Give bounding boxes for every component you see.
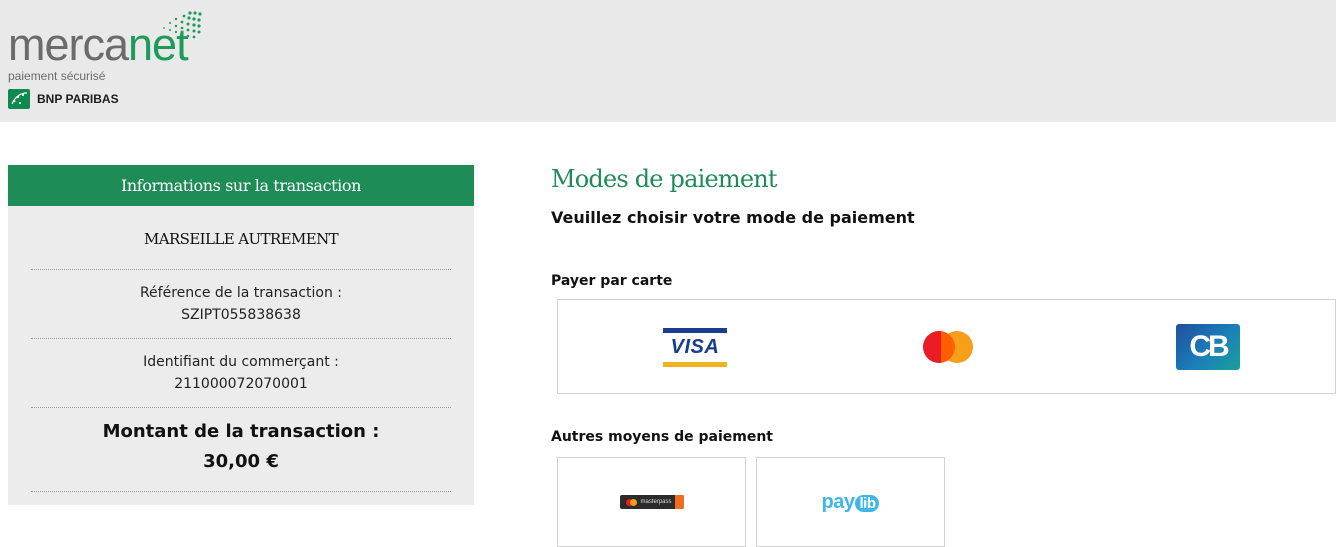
merchant-identifier: Identifiant du commerçant : 211000072070… xyxy=(8,339,474,407)
divider xyxy=(31,491,451,492)
tagline: paiement sécurisé xyxy=(8,69,106,83)
transaction-reference: Référence de la transaction : SZIPT05583… xyxy=(8,270,474,338)
masterpass-option[interactable]: masterpass xyxy=(557,457,746,547)
cb-icon: CB xyxy=(1176,323,1240,370)
wordmark-part-1: merca xyxy=(8,19,129,70)
page-title: Modes de paiement xyxy=(551,165,778,193)
transaction-info-panel: Informations sur la transaction MARSEILL… xyxy=(8,165,474,505)
paylib-label-pay: pay xyxy=(821,490,855,513)
other-section-label: Autres moyens de paiement xyxy=(551,429,773,445)
mastercard-option[interactable] xyxy=(883,300,1013,393)
paylib-label-lib: lib xyxy=(855,494,880,512)
mercanet-wordmark: mercanet xyxy=(8,19,189,70)
amount-value: 30,00 € xyxy=(203,451,279,472)
mercanet-logo: mercanet paiement sécurisé BNP PARIBAS xyxy=(8,8,208,118)
card-section-label: Payer par carte xyxy=(551,273,673,289)
bnp-paribas-label: BNP PARIBAS xyxy=(37,92,119,106)
merchant-name: MARSEILLE AUTREMENT xyxy=(143,230,339,248)
masterpass-icon: masterpass xyxy=(619,495,684,509)
paylib-option[interactable]: pay lib xyxy=(756,457,945,547)
page-subtitle: Veuillez choisir votre mode de paiement xyxy=(551,208,915,227)
bnp-stars-icon xyxy=(8,89,30,109)
amount-label: Montant de la transaction : xyxy=(102,421,380,442)
bnp-paribas-logo: BNP PARIBAS xyxy=(8,88,119,110)
visa-label: VISA xyxy=(670,335,720,358)
reference-label: Référence de la transaction : xyxy=(139,285,343,301)
visa-option[interactable]: VISA xyxy=(630,300,760,393)
visa-icon: VISA xyxy=(663,326,727,368)
transaction-amount: Montant de la transaction : 30,00 € xyxy=(8,408,474,491)
wordmark-part-2: net xyxy=(128,19,189,70)
paylib-icon: pay lib xyxy=(822,491,880,514)
transaction-info-header: Informations sur la transaction xyxy=(8,165,474,206)
merchant-id-label: Identifiant du commerçant : xyxy=(143,354,339,370)
merchant-id-value: 211000072070001 xyxy=(174,376,308,392)
reference-value: SZIPT055838638 xyxy=(181,307,301,323)
mastercard-icon xyxy=(923,330,973,363)
card-options: VISA CB xyxy=(557,299,1336,394)
cb-option[interactable]: CB xyxy=(1143,300,1273,393)
header-bar: mercanet paiement sécurisé BNP PARIBAS xyxy=(0,0,1336,122)
masterpass-label: masterpass xyxy=(640,499,672,505)
